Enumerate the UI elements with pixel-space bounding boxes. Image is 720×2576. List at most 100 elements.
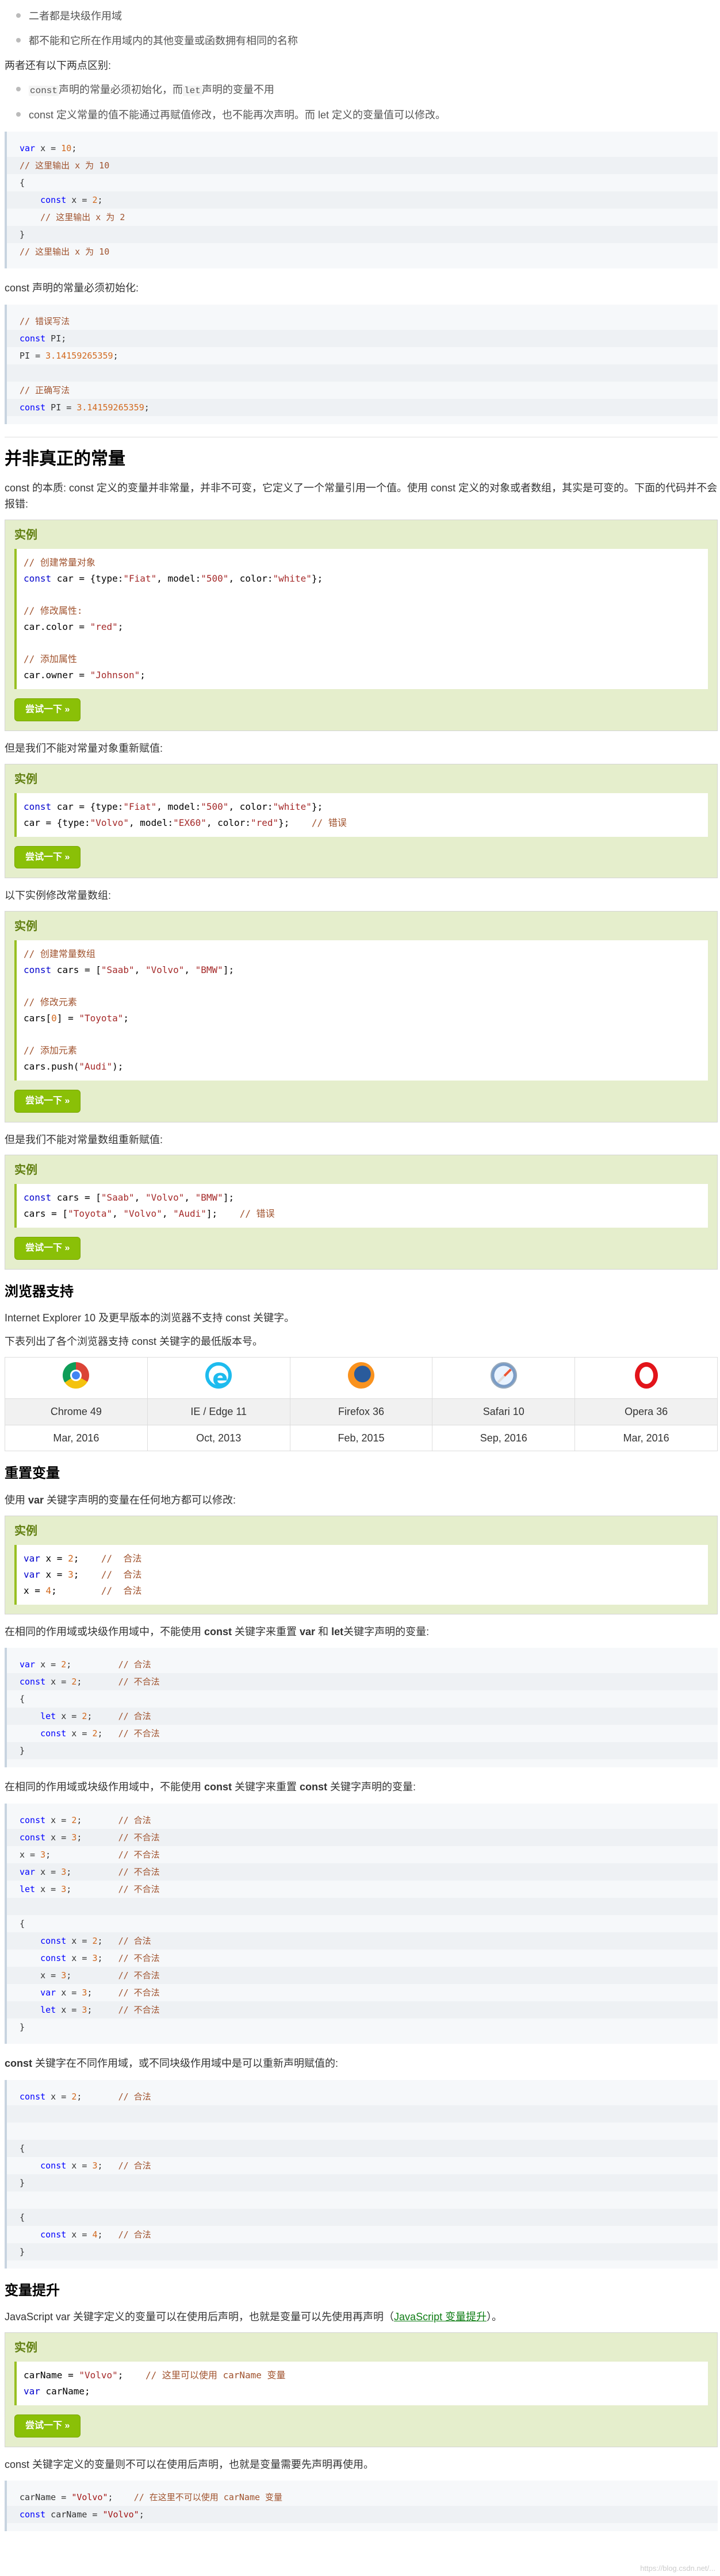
section-desc: const 的本质: const 定义的变量并非常量，并非不可变，它定义了一个常… <box>5 482 718 510</box>
text-cannot-reassign-obj: 但是我们不能对常量对象重新赋值: <box>5 742 163 754</box>
browser-icon-cell <box>575 1356 718 1399</box>
hoisting-text: JavaScript var 关键字定义的变量可以在使用后声明，也就是变量可以先… <box>5 2309 718 2325</box>
example-code: // 创建常量对象 const car = {type:"Fiat", mode… <box>14 549 708 690</box>
text: 关键字来重置 <box>232 1781 300 1793</box>
redeclare-text4: const 关键字在不同作用域，或不同块级作用域中是可以重新声明赋值的: <box>5 2055 718 2072</box>
code-block-redeclare-var-let: var x = 2; // 合法 const x = 2; // 不合法{ let… <box>5 1648 718 1768</box>
browser-date: Mar, 2016 <box>5 1424 148 1452</box>
browser-line1: Internet Explorer 10 及更早版本的浏览器不支持 const … <box>5 1312 295 1324</box>
browser-name: Chrome 49 <box>5 1398 148 1425</box>
try-it-button[interactable]: 尝试一下 » <box>14 2414 81 2437</box>
text-cannot-reassign-arr: 但是我们不能对常量数组重新赋值: <box>5 1133 163 1145</box>
list-text: 声明的变量不用 <box>201 84 274 96</box>
keyword: var <box>28 1494 44 1506</box>
example-box: 实例 // 创建常量对象 const car = {type:"Fiat", m… <box>5 520 718 731</box>
text: 关键字声明的变量: <box>343 1625 430 1637</box>
section-title-redeclare: 重置变量 <box>5 1466 60 1482</box>
code-block-init: // 错误写法 const PI; PI = 3.14159265359; // 正… <box>5 304 718 424</box>
example-label: 实例 <box>14 1164 37 1177</box>
firefox-icon <box>347 1362 374 1389</box>
text: JavaScript var 关键字定义的变量可以在使用后声明，也就是变量可以先… <box>5 2311 395 2323</box>
text: 在相同的作用域或块级作用域中，不能使用 <box>5 1781 204 1793</box>
text: 关键字声明的变量在任何地方都可以修改: <box>44 1494 236 1506</box>
text: 关键字在不同作用域，或不同块级作用域中是可以重新声明赋值的: <box>32 2058 339 2070</box>
browser-name: Opera 36 <box>575 1398 718 1425</box>
example-box: 实例 carName = "Volvo"; // 这里可以使用 carName … <box>5 2332 718 2447</box>
example-box: 实例 // 创建常量数组 const cars = ["Saab", "Volv… <box>5 910 718 1122</box>
try-it-button[interactable]: 尝试一下 » <box>14 845 81 869</box>
inline-code: const <box>29 86 59 97</box>
browser-date: Sep, 2016 <box>432 1424 576 1452</box>
list-item: const 定义常量的值不能通过再赋值修改，也不能再次声明。而 let 定义的变… <box>5 107 718 124</box>
safari-icon <box>490 1362 517 1389</box>
hoisting-link[interactable]: JavaScript 变量提升 <box>394 2311 487 2323</box>
list-item: 二者都是块级作用域 <box>5 8 718 25</box>
redeclare-text3: 在相同的作用域或块级作用域中，不能使用 const 关键字来重置 const 关… <box>5 1779 718 1795</box>
text: 在相同的作用域或块级作用域中，不能使用 <box>5 1625 204 1637</box>
keyword: var <box>300 1625 316 1637</box>
browser-date: Feb, 2015 <box>289 1424 433 1452</box>
example-code: const car = {type:"Fiat", model:"500", c… <box>14 793 708 837</box>
browser-date: Oct, 2013 <box>147 1424 290 1452</box>
browser-line2: 下表列出了各个浏览器支持 const 关键字的最低版本号。 <box>5 1336 263 1348</box>
text: 使用 <box>5 1494 29 1506</box>
keyword: const <box>204 1625 232 1637</box>
hoisting-after: const 关键字定义的变量则不可以在使用后声明，也就是变量需要先声明再使用。 <box>5 2458 374 2470</box>
list-item: const 声明的常量必须初始化，而 let 声明的变量不用 <box>5 82 718 99</box>
browser-icon-cell <box>5 1356 148 1399</box>
keyword: const <box>300 1781 328 1793</box>
text: ）。 <box>487 2311 503 2323</box>
example-label: 实例 <box>14 920 37 933</box>
example-code: carName = "Volvo"; // 这里可以使用 carName 变量 … <box>14 2362 708 2406</box>
example-box: 实例 const cars = ["Saab", "Volvo", "BMW"]… <box>5 1155 718 1270</box>
code-block-scopes: const x = 2; // 合法 { const x = 3; // 合法}… <box>5 2079 718 2269</box>
try-it-button[interactable]: 尝试一下 » <box>14 698 81 721</box>
inline-code: let <box>183 86 202 97</box>
top-list: 二者都是块级作用域 都不能和它所在作用域内的其他变量或函数拥有相同的名称 <box>5 8 718 49</box>
text: 和 <box>315 1625 332 1637</box>
section-title-not-const: 并非真正的常量 <box>5 436 718 473</box>
browser-icon-cell <box>289 1356 433 1399</box>
opera-icon <box>634 1362 658 1389</box>
code-block-const-hoisting: carName = "Volvo"; // 在这里不可以使用 carName 变… <box>5 2481 718 2532</box>
list-item: 都不能和它所在作用域内的其他变量或函数拥有相同的名称 <box>5 33 718 49</box>
text: 关键字来重置 <box>232 1625 300 1637</box>
code-block-redeclare-const: const x = 2; // 合法 const x = 3; // 不合法 x =… <box>5 1804 718 2044</box>
browser-icon-cell <box>432 1356 576 1399</box>
ie-icon <box>205 1360 232 1397</box>
example-label: 实例 <box>14 2342 37 2355</box>
browser-support-table: Chrome 49 IE / Edge 11 Firefox 36 Safari… <box>5 1356 718 1452</box>
code-block-block-scope: var x = 10;// 这里输出 x 为 10{ const x = 2; … <box>5 131 718 268</box>
chrome-icon <box>63 1362 90 1389</box>
example-code: var x = 2; // 合法 var x = 3; // 合法 x = 4;… <box>14 1544 708 1605</box>
const-init-text: const 声明的常量必须初始化: <box>5 282 139 294</box>
browser-name: Firefox 36 <box>289 1398 433 1425</box>
example-code: // 创建常量数组 const cars = ["Saab", "Volvo",… <box>14 940 708 1081</box>
try-it-button[interactable]: 尝试一下 » <box>14 1089 81 1113</box>
diff-list: const 声明的常量必须初始化，而 let 声明的变量不用 const 定义常量的值… <box>5 82 718 123</box>
keyword: const <box>204 1781 232 1793</box>
example-label: 实例 <box>14 772 37 786</box>
example-box: 实例 const car = {type:"Fiat", model:"500"… <box>5 763 718 879</box>
browser-date: Mar, 2016 <box>575 1424 718 1452</box>
example-box: 实例 var x = 2; // 合法 var x = 3; // 合法 x =… <box>5 1515 718 1614</box>
section-title-hoisting: 变量提升 <box>5 2282 60 2298</box>
redeclare-text2: 在相同的作用域或块级作用域中，不能使用 const 关键字来重置 var 和 l… <box>5 1624 718 1640</box>
example-label: 实例 <box>14 1524 37 1537</box>
browser-name: Safari 10 <box>432 1398 576 1425</box>
browser-name: IE / Edge 11 <box>147 1398 290 1425</box>
keyword: const <box>5 2058 33 2070</box>
browser-icon-cell <box>147 1356 290 1399</box>
list-text: 声明的常量必须初始化，而 <box>59 84 183 96</box>
text: 关键字声明的变量: <box>327 1781 416 1793</box>
page: 二者都是块级作用域 都不能和它所在作用域内的其他变量或函数拥有相同的名称 两者还… <box>0 8 720 2532</box>
watermark: https://blog.csdn.net/... <box>640 2564 715 2573</box>
text-modify-array: 以下实例修改常量数组: <box>5 890 111 902</box>
diff-intro: 两者还有以下两点区别: <box>5 59 111 71</box>
try-it-button[interactable]: 尝试一下 » <box>14 1237 81 1260</box>
example-code: const cars = ["Saab", "Volvo", "BMW"]; c… <box>14 1184 708 1228</box>
example-label: 实例 <box>14 529 37 542</box>
redeclare-intro: 使用 var 关键字声明的变量在任何地方都可以修改: <box>5 1492 718 1509</box>
keyword: let <box>331 1625 344 1637</box>
section-title-browser: 浏览器支持 <box>5 1283 74 1299</box>
